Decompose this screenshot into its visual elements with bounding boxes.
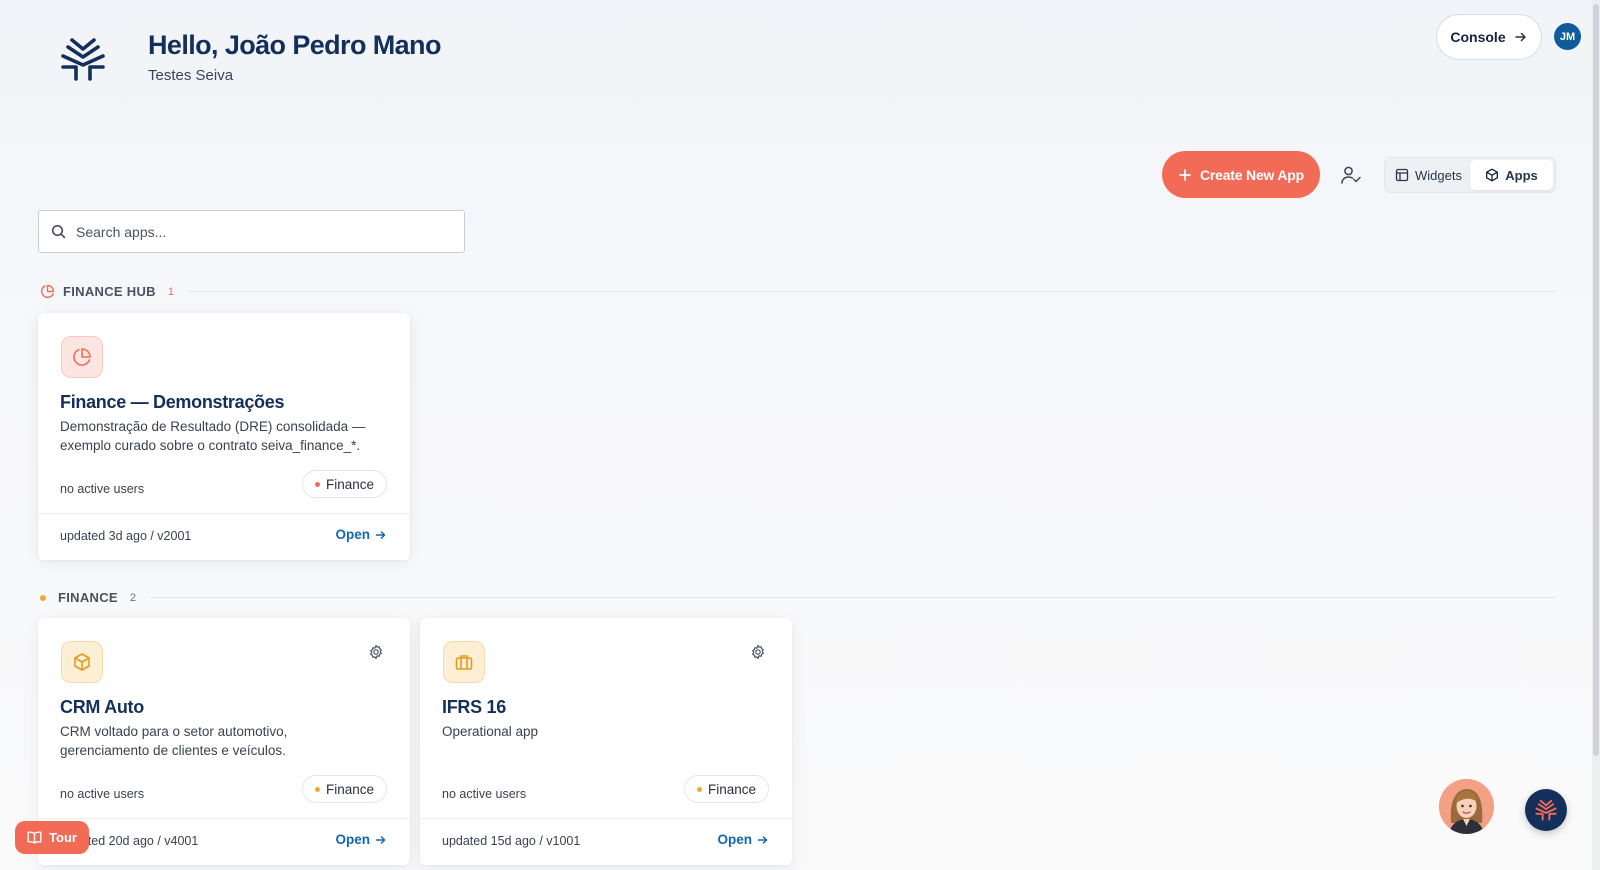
workspace-name: Testes Seiva xyxy=(148,67,234,84)
app-icon xyxy=(61,641,103,683)
open-link[interactable]: Open xyxy=(335,527,387,542)
section-header-finance: FINANCE 2 xyxy=(40,590,1556,605)
app-card-ifrs-16[interactable]: IFRS 16 Operational app no active users … xyxy=(420,618,792,865)
updated-info: updated 3d ago / v2001 xyxy=(60,529,192,543)
tag-dot xyxy=(696,786,702,792)
scrollbar-thumb[interactable] xyxy=(1593,4,1599,756)
layout-icon xyxy=(1395,168,1409,182)
active-users-status: no active users xyxy=(442,787,527,801)
arrow-right-icon xyxy=(1514,32,1526,42)
open-link[interactable]: Open xyxy=(717,832,769,847)
app-name: IFRS 16 xyxy=(442,697,506,717)
search-box xyxy=(38,210,465,253)
tag-label: Finance xyxy=(325,476,374,492)
open-link[interactable]: Open xyxy=(335,832,387,847)
open-label: Open xyxy=(335,832,370,847)
app-icon xyxy=(443,641,485,683)
console-button[interactable]: Console xyxy=(1436,14,1542,60)
tab-apps-label: Apps xyxy=(1505,167,1538,183)
assistant-fab-button[interactable] xyxy=(1525,789,1567,831)
search-input[interactable] xyxy=(76,223,446,240)
tour-label: Tour xyxy=(49,830,77,845)
greeting-block: Hello, João Pedro Mano Testes Seiva xyxy=(148,30,441,84)
gear-icon[interactable] xyxy=(368,644,384,660)
user-avatar[interactable]: JM xyxy=(1554,23,1581,50)
greeting-title: Hello, João Pedro Mano xyxy=(148,30,441,60)
tab-apps[interactable]: Apps xyxy=(1470,160,1553,190)
app-name: CRM Auto xyxy=(60,697,144,717)
assistant-avatar[interactable] xyxy=(1439,779,1494,834)
search-icon xyxy=(51,224,66,239)
app-name: Finance — Demonstrações xyxy=(60,392,285,412)
app-description: CRM voltado para o setor automotivo, ger… xyxy=(60,724,288,758)
scrollbar[interactable] xyxy=(1592,0,1600,870)
updated-info: updated 15d ago / v1001 xyxy=(442,834,581,848)
arrow-right-icon xyxy=(757,835,768,844)
brand-logo-icon xyxy=(61,38,105,81)
gear-icon[interactable] xyxy=(750,644,766,660)
app-card-crm-auto[interactable]: CRM Auto CRM voltado para o setor automo… xyxy=(38,618,410,865)
card-divider xyxy=(38,513,410,514)
briefcase-icon xyxy=(455,655,473,670)
app-card-finance-demonstracoes[interactable]: Finance — Demonstrações Demonstração de … xyxy=(38,313,410,560)
open-label: Open xyxy=(335,527,370,542)
tour-button[interactable]: Tour xyxy=(15,821,89,854)
tag-label: Finance xyxy=(325,781,374,797)
box-icon xyxy=(74,653,90,671)
create-label: Create New App xyxy=(1199,166,1305,183)
tag-label: Finance xyxy=(707,781,756,797)
section-count: 2 xyxy=(129,591,137,604)
active-users-status: no active users xyxy=(60,787,145,801)
tag-dot xyxy=(314,481,320,487)
card-divider xyxy=(38,818,410,819)
tab-widgets[interactable]: Widgets xyxy=(1387,160,1470,190)
tab-widgets-label: Widgets xyxy=(1415,167,1462,183)
pie-chart-icon xyxy=(73,348,91,366)
open-label: Open xyxy=(717,832,752,847)
plus-icon xyxy=(1179,168,1191,181)
tag-dot xyxy=(314,786,320,792)
section-title: FINANCE xyxy=(58,590,118,605)
category-tag: Finance xyxy=(301,775,387,803)
section-count: 1 xyxy=(167,285,174,298)
console-label: Console xyxy=(1450,29,1506,45)
user-check-icon[interactable] xyxy=(1340,164,1362,186)
section-divider xyxy=(150,597,1556,598)
create-new-app-button[interactable]: Create New App xyxy=(1162,151,1320,198)
section-divider xyxy=(187,291,1556,292)
pie-chart-icon xyxy=(41,284,55,298)
app-description: Operational app xyxy=(442,724,539,739)
category-tag: Finance xyxy=(301,470,387,498)
active-users-status: no active users xyxy=(60,482,145,496)
arrow-right-icon xyxy=(375,835,386,844)
app-description: Demonstração de Resultado (DRE) consolid… xyxy=(60,419,366,453)
assistant-face-icon xyxy=(1439,779,1494,834)
box-icon xyxy=(1486,168,1499,182)
section-title: FINANCE HUB xyxy=(63,284,156,299)
book-open-icon xyxy=(27,831,42,844)
section-header-finance-hub: FINANCE HUB 1 xyxy=(40,284,1556,299)
brand-logo-icon xyxy=(1535,799,1557,821)
view-toggle: Widgets Apps xyxy=(1384,157,1556,193)
app-icon xyxy=(61,336,103,378)
section-dot xyxy=(40,594,46,601)
arrow-right-icon xyxy=(375,530,386,539)
category-tag: Finance xyxy=(683,775,769,803)
card-divider xyxy=(420,818,792,819)
